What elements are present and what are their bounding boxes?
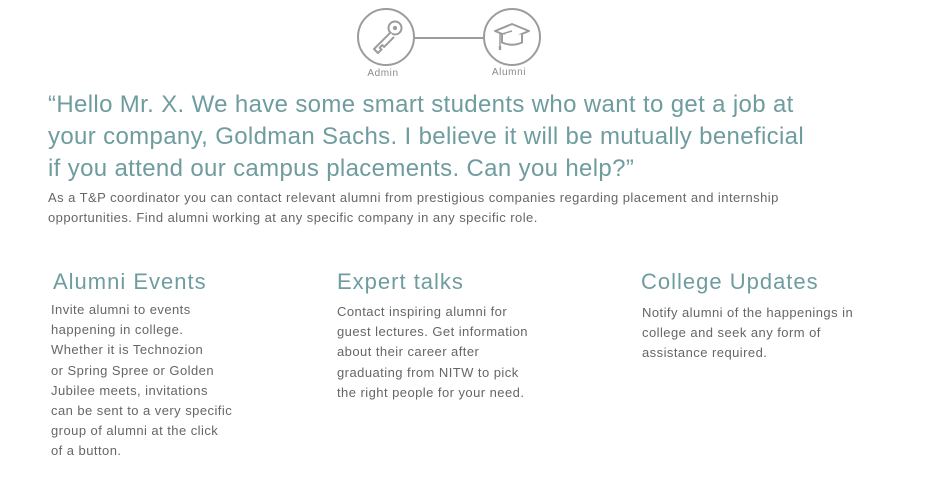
description-line: of a button. bbox=[51, 443, 122, 459]
description-line: the right people for your need. bbox=[337, 384, 525, 400]
alumni-label: Alumni bbox=[491, 67, 527, 78]
expert-talks-description: Contact inspiring alumni for guest lectu… bbox=[337, 302, 552, 403]
description-line: happening in college. bbox=[51, 322, 184, 338]
expert-talks-title: Expert talks bbox=[337, 269, 464, 294]
description-line: assistance required. bbox=[642, 345, 768, 361]
hero-quote: “Hello Mr. X. We have some smart student… bbox=[48, 91, 805, 182]
alumni-role-circle bbox=[483, 8, 541, 66]
description-line: college and seek any form of bbox=[642, 325, 821, 341]
description-line: Contact inspiring alumni for bbox=[337, 304, 508, 319]
description-line: guest lectures. Get information bbox=[337, 324, 528, 340]
admin-role-circle bbox=[357, 8, 415, 66]
description-line: can be sent to a very specific bbox=[51, 403, 233, 419]
college-updates-title: College Updates bbox=[641, 269, 819, 294]
description-line: graduating from NITW to pick bbox=[337, 364, 519, 380]
description-line: about their career after bbox=[337, 344, 480, 360]
admin-label: Admin bbox=[367, 68, 399, 79]
key-icon bbox=[373, 20, 403, 54]
intro-description: As a T&P coordinator you can contact rel… bbox=[48, 190, 779, 225]
graduation-cap-icon bbox=[494, 23, 530, 50]
role-connector-line bbox=[415, 37, 483, 39]
description-line: group of alumni at the click bbox=[51, 423, 219, 439]
admin-alumni-diagram: Admin Alumni bbox=[356, 8, 542, 80]
college-updates-description: Notify alumni of the happenings in colle… bbox=[642, 303, 882, 364]
description-line: or Spring Spree or Golden bbox=[51, 362, 215, 378]
alumni-events-description: Invite alumni to events happening in col… bbox=[51, 300, 261, 462]
description-line: Jubilee meets, invitations bbox=[51, 382, 208, 398]
description-line: Notify alumni of the happenings in bbox=[642, 305, 854, 320]
description-line: Invite alumni to events bbox=[51, 302, 191, 317]
alumni-events-title: Alumni Events bbox=[53, 269, 207, 294]
description-line: Whether it is Technozion bbox=[51, 342, 204, 358]
